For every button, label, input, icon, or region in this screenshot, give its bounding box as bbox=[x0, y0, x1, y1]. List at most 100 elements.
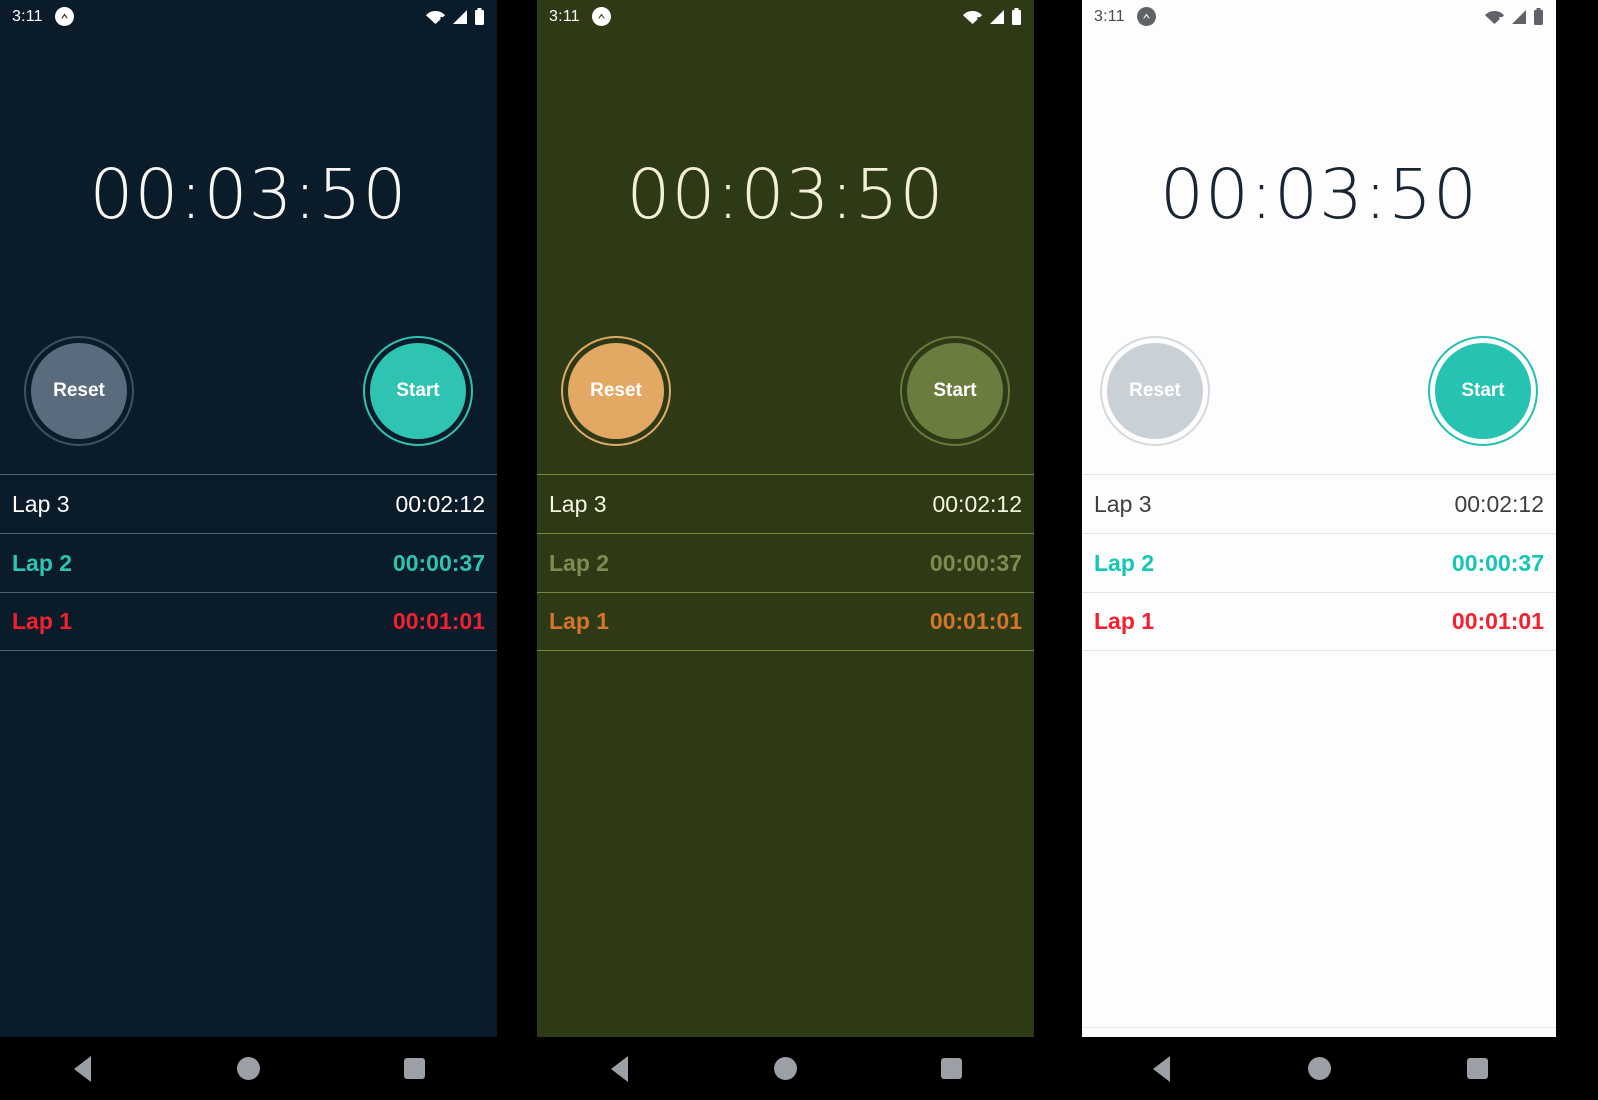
reset-button[interactable]: Reset bbox=[561, 336, 671, 446]
status-bar-icons bbox=[963, 7, 1022, 26]
lap-name: Lap 3 bbox=[12, 490, 70, 517]
back-button[interactable] bbox=[0, 1055, 166, 1082]
cellular-signal-icon bbox=[451, 9, 468, 25]
cellular-signal-icon bbox=[988, 9, 1005, 25]
stopwatch-elapsed-time: 00:03:50 bbox=[1160, 155, 1478, 235]
lap-name: Lap 1 bbox=[1094, 608, 1155, 634]
start-button[interactable]: Start bbox=[363, 336, 473, 446]
recents-button[interactable] bbox=[331, 1058, 497, 1079]
chevron-up-circle-icon bbox=[591, 7, 611, 26]
lap-list: Lap 3 00:02:12 Lap 2 00:00:37 Lap 1 00:0… bbox=[537, 474, 1034, 651]
home-circle-icon bbox=[1307, 1057, 1331, 1080]
start-button[interactable]: Start bbox=[1428, 336, 1538, 446]
stopwatch-controls: Reset Start bbox=[537, 336, 1034, 456]
lap-name: Lap 2 bbox=[1094, 549, 1155, 576]
reset-button[interactable]: Reset bbox=[24, 336, 134, 446]
lap-row[interactable]: Lap 1 00:01:01 bbox=[0, 592, 497, 651]
lap-time: 00:02:12 bbox=[932, 490, 1022, 517]
status-bar-clock: 3:11 bbox=[1094, 7, 1125, 25]
lap-list: Lap 3 00:02:12 Lap 2 00:00:37 Lap 1 00:0… bbox=[1082, 474, 1556, 651]
lap-time: 00:01:01 bbox=[392, 608, 485, 634]
wifi-alert-icon bbox=[426, 9, 445, 25]
battery-icon bbox=[474, 7, 485, 26]
stopwatch-elapsed-time: 00:03:50 bbox=[626, 155, 945, 235]
reset-button-label: Reset bbox=[1129, 380, 1181, 401]
recents-square-icon bbox=[1466, 1058, 1488, 1079]
wifi-alert-icon bbox=[1485, 9, 1504, 25]
lap-time: 00:00:37 bbox=[392, 549, 485, 576]
start-button-label: Start bbox=[396, 380, 440, 401]
status-bar-icons bbox=[1485, 7, 1544, 26]
status-bar-clock: 3:11 bbox=[12, 7, 43, 25]
back-triangle-icon bbox=[1152, 1055, 1170, 1082]
lap-row[interactable]: Lap 3 00:02:12 bbox=[1082, 474, 1556, 533]
back-button[interactable] bbox=[1082, 1055, 1240, 1082]
stopwatch-elapsed-time: 00:03:50 bbox=[89, 155, 408, 235]
lap-time: 00:02:12 bbox=[1454, 490, 1544, 517]
battery-icon bbox=[1533, 7, 1544, 26]
screenshot-stage: 3:11 00:03:50 Reset Start Lap 3 00:02:12… bbox=[0, 0, 1598, 1100]
lap-row[interactable]: Lap 2 00:00:37 bbox=[537, 533, 1034, 592]
stopwatch-controls: Reset Start bbox=[0, 336, 497, 456]
chevron-up-circle-icon bbox=[1136, 7, 1156, 26]
lap-time: 00:01:01 bbox=[1451, 608, 1544, 634]
android-nav-group bbox=[1082, 1037, 1556, 1100]
reset-button[interactable]: Reset bbox=[1100, 336, 1210, 446]
lap-row[interactable]: Lap 2 00:00:37 bbox=[0, 533, 497, 592]
lap-row[interactable]: Lap 2 00:00:37 bbox=[1082, 533, 1556, 592]
android-system-nav-bar bbox=[0, 1037, 1598, 1100]
chevron-up-circle-icon bbox=[54, 7, 74, 26]
cellular-signal-icon bbox=[1510, 9, 1527, 25]
phone-screen-light-theme: 3:11 00:03:50 Reset Start Lap 3 00:02:12… bbox=[1082, 0, 1556, 1100]
recents-square-icon bbox=[940, 1058, 962, 1079]
android-nav-group bbox=[0, 1037, 497, 1100]
lap-time: 00:00:37 bbox=[929, 549, 1022, 576]
lap-row[interactable]: Lap 3 00:02:12 bbox=[0, 474, 497, 533]
home-circle-icon bbox=[774, 1057, 797, 1080]
android-nav-group bbox=[537, 1037, 1034, 1100]
home-circle-icon bbox=[237, 1057, 260, 1080]
recents-button[interactable] bbox=[1398, 1058, 1556, 1079]
wifi-alert-icon bbox=[963, 9, 982, 25]
back-button[interactable] bbox=[537, 1055, 703, 1082]
lap-name: Lap 3 bbox=[549, 490, 607, 517]
lap-name: Lap 2 bbox=[12, 549, 73, 576]
recents-button[interactable] bbox=[868, 1058, 1034, 1079]
lap-name: Lap 3 bbox=[1094, 490, 1152, 517]
start-button[interactable]: Start bbox=[900, 336, 1010, 446]
lap-time: 00:00:37 bbox=[1451, 549, 1544, 576]
lap-row[interactable]: Lap 1 00:01:01 bbox=[1082, 592, 1556, 651]
lap-row[interactable]: Lap 1 00:01:01 bbox=[537, 592, 1034, 651]
recents-square-icon bbox=[403, 1058, 425, 1079]
lap-name: Lap 1 bbox=[12, 608, 73, 634]
phone-screen-olive-theme: 3:11 00:03:50 Reset Start Lap 3 00:02:12… bbox=[537, 0, 1034, 1100]
back-triangle-icon bbox=[611, 1055, 629, 1082]
reset-button-label: Reset bbox=[590, 380, 642, 401]
status-bar-icons bbox=[426, 7, 485, 26]
home-button[interactable] bbox=[703, 1057, 869, 1080]
stopwatch-content: 00:03:50 Reset Start Lap 3 00:02:12 Lap … bbox=[537, 33, 1034, 1100]
battery-icon bbox=[1011, 7, 1022, 26]
status-bar: 3:11 bbox=[1082, 0, 1556, 33]
reset-button-label: Reset bbox=[53, 380, 105, 401]
stopwatch-content: 00:03:50 Reset Start Lap 3 00:02:12 Lap … bbox=[1082, 33, 1556, 1100]
lap-time: 00:02:12 bbox=[395, 490, 485, 517]
lap-time: 00:01:01 bbox=[929, 608, 1022, 634]
status-bar-clock: 3:11 bbox=[549, 7, 580, 25]
status-bar: 3:11 bbox=[537, 0, 1034, 33]
home-button[interactable] bbox=[1240, 1057, 1398, 1080]
lap-row[interactable]: Lap 3 00:02:12 bbox=[537, 474, 1034, 533]
lap-name: Lap 2 bbox=[549, 549, 610, 576]
stopwatch-controls: Reset Start bbox=[1082, 336, 1556, 456]
status-bar: 3:11 bbox=[0, 0, 497, 33]
home-button[interactable] bbox=[166, 1057, 332, 1080]
lap-name: Lap 1 bbox=[549, 608, 610, 634]
stopwatch-content: 00:03:50 Reset Start Lap 3 00:02:12 Lap … bbox=[0, 33, 497, 1100]
back-triangle-icon bbox=[74, 1055, 92, 1082]
start-button-label: Start bbox=[933, 380, 977, 401]
lap-list: Lap 3 00:02:12 Lap 2 00:00:37 Lap 1 00:0… bbox=[0, 474, 497, 651]
phone-screen-dark-theme: 3:11 00:03:50 Reset Start Lap 3 00:02:12… bbox=[0, 0, 497, 1100]
